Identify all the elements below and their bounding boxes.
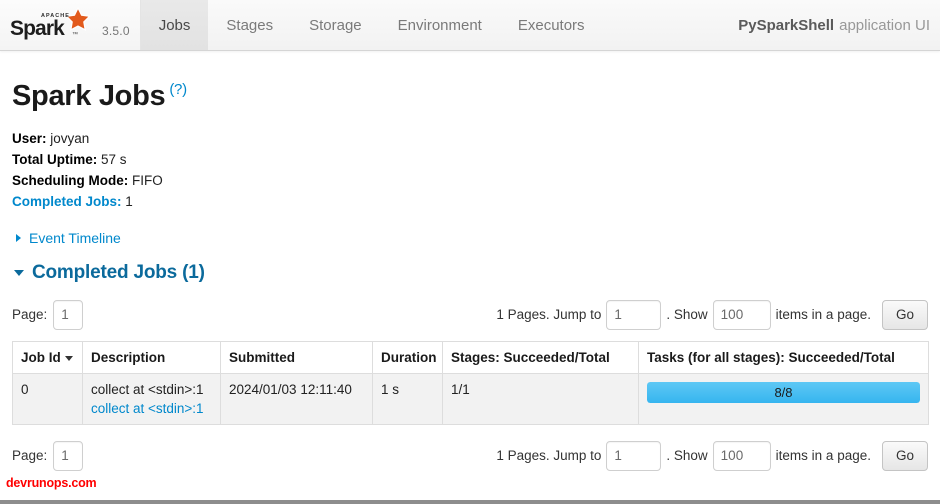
page-number-input-bottom[interactable]: [53, 440, 84, 471]
summary-scheduling-value: FIFO: [132, 172, 163, 188]
items-in-page-text-bottom: items in a page.: [775, 448, 871, 464]
page-title: Spark Jobs (?): [12, 80, 928, 113]
show-text-bottom: . Show: [666, 448, 708, 464]
nav-tabs: Jobs Stages Storage Environment Executor…: [140, 0, 603, 50]
cell-tasks: 8/8: [638, 372, 929, 425]
application-ui-suffix: application UI: [839, 16, 930, 34]
pages-count-text-top: 1 Pages. Jump to: [496, 307, 602, 323]
spark-star-shape: [65, 6, 91, 31]
go-button-bottom[interactable]: Go: [881, 440, 928, 471]
column-header-duration[interactable]: Duration: [372, 340, 443, 374]
summary-uptime-row: Total Uptime: 57 s: [12, 149, 928, 170]
pages-count-text-bottom: 1 Pages. Jump to: [496, 448, 602, 464]
cell-job-id: 0: [12, 372, 83, 425]
column-header-job-id-label: Job Id: [21, 349, 61, 365]
column-header-description[interactable]: Description: [82, 340, 221, 374]
cell-duration: 1 s: [372, 372, 443, 425]
summary-uptime-value: 57 s: [101, 151, 127, 167]
navbar: APACHE Spark ™ 3.5.0 Jobs Stages Storage…: [0, 0, 940, 51]
summary-user-label: User:: [12, 130, 47, 146]
app-ui-title: PySparkShell application UI: [738, 0, 940, 50]
svg-text:Spark: Spark: [10, 17, 65, 40]
completed-jobs-table: Job Id Description Submitted Duration St…: [12, 340, 929, 425]
pagination-left-top: Page:: [12, 299, 84, 330]
items-per-page-input-top[interactable]: [712, 299, 771, 330]
chevron-right-icon: [16, 233, 21, 242]
brand-block[interactable]: APACHE Spark ™ 3.5.0: [0, 0, 141, 50]
table-header-row: Job Id Description Submitted Duration St…: [12, 340, 929, 374]
pagination-right-bottom: 1 Pages. Jump to . Show items in a page.…: [491, 440, 928, 471]
summary-uptime-label: Total Uptime:: [12, 151, 98, 167]
cell-submitted: 2024/01/03 12:11:40: [220, 372, 373, 425]
summary-completed-jobs-link[interactable]: Completed Jobs:: [12, 194, 122, 209]
completed-jobs-toggle[interactable]: Completed Jobs (1): [12, 262, 928, 284]
apache-spark-logo-icon[interactable]: APACHE Spark ™: [8, 6, 98, 44]
pagination-right-top: 1 Pages. Jump to . Show items in a page.…: [491, 299, 928, 330]
tasks-progress-bar: 8/8: [647, 381, 920, 403]
sort-descending-icon: [64, 355, 73, 361]
application-name: PySparkShell: [738, 16, 835, 34]
column-header-tasks[interactable]: Tasks (for all stages): Succeeded/Total: [638, 340, 929, 374]
summary-completed-jobs-value: 1: [125, 193, 133, 209]
tab-storage[interactable]: Storage: [291, 0, 380, 50]
pagination-left-bottom: Page:: [12, 440, 84, 471]
show-text-top: . Show: [666, 307, 708, 323]
page-number-input-top[interactable]: [53, 299, 84, 330]
tab-executors[interactable]: Executors: [500, 0, 603, 50]
table-head: Job Id Description Submitted Duration St…: [12, 340, 929, 374]
job-summary: User: jovyan Total Uptime: 57 s Scheduli…: [12, 128, 928, 212]
pagination-bar-top: Page: 1 Pages. Jump to . Show items in a…: [12, 298, 928, 332]
table-row: 0 collect at <stdin>:1 collect at <stdin…: [12, 372, 929, 425]
chevron-down-icon: [14, 269, 24, 276]
page-label-top: Page:: [12, 307, 48, 323]
jump-to-input-top[interactable]: [606, 299, 662, 330]
column-header-submitted[interactable]: Submitted: [220, 340, 373, 374]
tab-stages[interactable]: Stages: [208, 0, 291, 50]
tasks-progress-label: 8/8: [774, 384, 793, 400]
help-link[interactable]: (?): [169, 81, 187, 99]
page-label-bottom: Page:: [12, 448, 48, 464]
bottom-rule: [0, 500, 940, 504]
go-button-top[interactable]: Go: [881, 299, 928, 330]
table-body: 0 collect at <stdin>:1 collect at <stdin…: [12, 372, 929, 425]
spark-version-label: 3.5.0: [102, 24, 130, 38]
summary-user-value: jovyan: [50, 130, 90, 146]
completed-jobs-title: Completed Jobs (1): [32, 261, 205, 283]
main-content: Spark Jobs (?) User: jovyan Total Uptime:…: [0, 80, 940, 473]
summary-completed-row: Completed Jobs: 1: [12, 191, 928, 212]
column-header-job-id[interactable]: Job Id: [12, 340, 83, 374]
cell-stages: 1/1: [442, 372, 639, 425]
summary-scheduling-label: Scheduling Mode:: [12, 172, 129, 188]
tab-environment[interactable]: Environment: [380, 0, 500, 50]
jump-to-input-bottom[interactable]: [606, 440, 662, 471]
column-header-stages[interactable]: Stages: Succeeded/Total: [442, 340, 639, 374]
summary-scheduling-row: Scheduling Mode: FIFO: [12, 170, 928, 191]
pagination-bar-bottom: Page: 1 Pages. Jump to . Show items in a…: [12, 439, 928, 473]
items-in-page-text-top: items in a page.: [775, 307, 871, 323]
cell-description: collect at <stdin>:1 collect at <stdin>:…: [82, 372, 221, 425]
summary-user-row: User: jovyan: [12, 128, 928, 149]
job-description-text: collect at <stdin>:1: [91, 381, 204, 397]
tab-jobs[interactable]: Jobs: [140, 0, 209, 50]
items-per-page-input-bottom[interactable]: [712, 440, 771, 471]
event-timeline-toggle[interactable]: Event Timeline: [12, 230, 928, 246]
page-title-text: Spark Jobs: [12, 80, 166, 112]
event-timeline-label: Event Timeline: [29, 229, 121, 246]
svg-text:™: ™: [72, 31, 78, 38]
job-description-link[interactable]: collect at <stdin>:1: [91, 401, 212, 416]
watermark-text: devrunops.com: [6, 476, 97, 490]
